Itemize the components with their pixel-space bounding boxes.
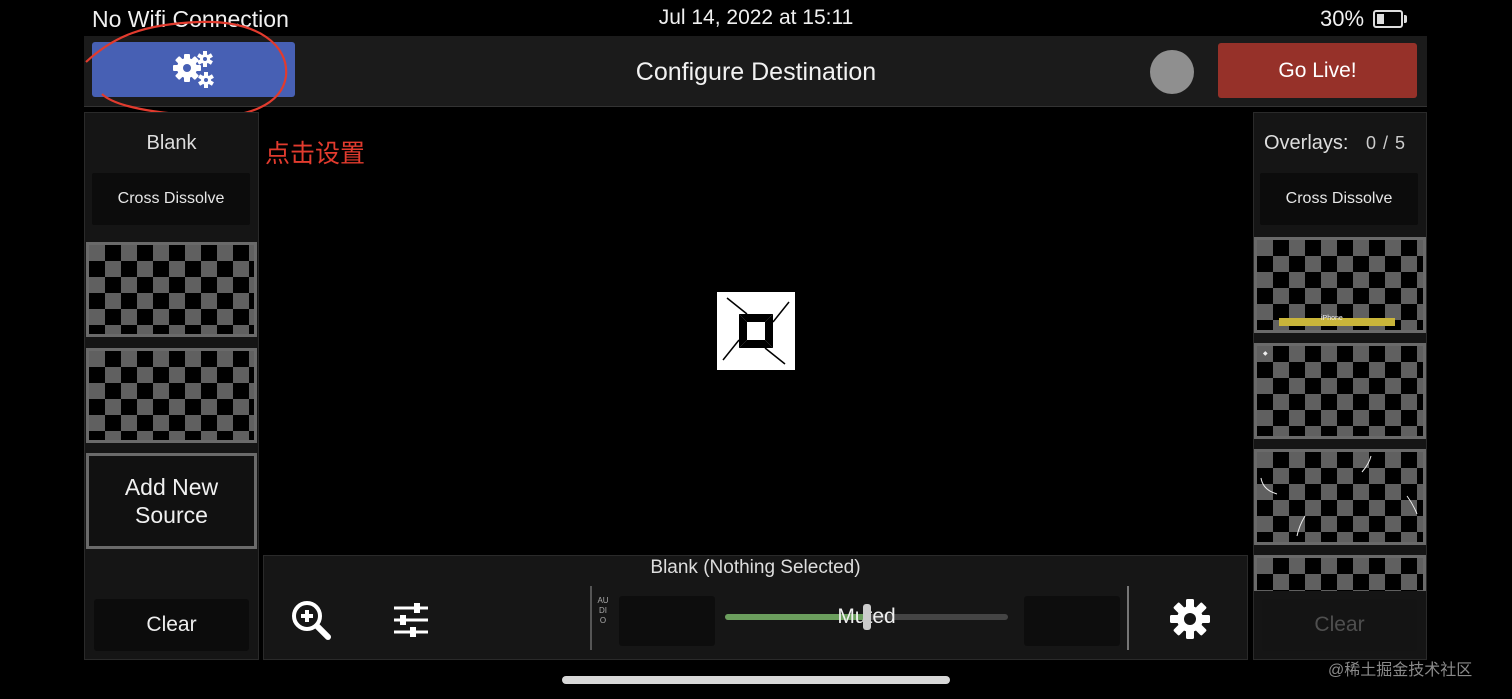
- status-datetime: Jul 14, 2022 at 15:11: [658, 6, 854, 29]
- go-live-button[interactable]: Go Live!: [1218, 43, 1417, 98]
- overlay-thumb-text: iPhone: [1321, 315, 1343, 322]
- watermark: @稀土掘金技术社区: [1328, 662, 1473, 679]
- battery-percent: 30%: [1320, 6, 1365, 31]
- annotation-text: 点击设置: [265, 140, 366, 168]
- selected-source-label: Blank (Nothing Selected): [650, 557, 861, 578]
- overlays-count: 0 / 5: [1366, 133, 1407, 153]
- source-transition-button[interactable]: Cross Dissolve: [92, 173, 250, 225]
- overlay-thumbnail[interactable]: [1254, 555, 1426, 591]
- gear-icon[interactable]: [1168, 597, 1212, 641]
- status-bar: No Wifi Connection Jul 14, 2022 at 15:11…: [0, 0, 1512, 36]
- control-divider: [1127, 586, 1129, 650]
- sliders-icon[interactable]: [392, 601, 430, 639]
- overlay-thumbnail[interactable]: [1254, 449, 1426, 545]
- audio-divider: [590, 586, 592, 650]
- volume-handle[interactable]: [863, 604, 871, 630]
- audio-meter-right: [1024, 596, 1120, 646]
- battery-icon: [1373, 10, 1407, 28]
- blank-source[interactable]: Blank: [84, 132, 259, 155]
- record-indicator[interactable]: [1150, 50, 1194, 94]
- audio-label: AUDIO: [597, 596, 609, 625]
- add-source-label-line2: Source: [135, 502, 208, 528]
- home-indicator[interactable]: [562, 676, 950, 684]
- overlay-thumbnail[interactable]: iPhone: [1254, 237, 1426, 333]
- audio-meter-left: [619, 596, 715, 646]
- zoom-in-icon[interactable]: [290, 599, 332, 641]
- overlay-thumbnail[interactable]: ◆: [1254, 343, 1426, 439]
- app-logo: [717, 292, 795, 370]
- add-source-button[interactable]: Add New Source: [86, 453, 257, 549]
- overlay-transition-button[interactable]: Cross Dissolve: [1260, 173, 1418, 225]
- gesture-help-graphic: [1260, 455, 1418, 537]
- source-thumbnail[interactable]: [86, 242, 257, 337]
- source-thumbnail[interactable]: [86, 348, 257, 443]
- add-source-label-line1: Add New: [124, 474, 219, 500]
- clear-sources-button[interactable]: Clear: [94, 599, 249, 651]
- aperture-icon: [717, 292, 795, 370]
- overlays-label: Overlays:: [1264, 132, 1349, 154]
- clear-overlays-button[interactable]: Clear: [1262, 599, 1417, 651]
- overlay-logo-icon: ◆: [1263, 351, 1268, 357]
